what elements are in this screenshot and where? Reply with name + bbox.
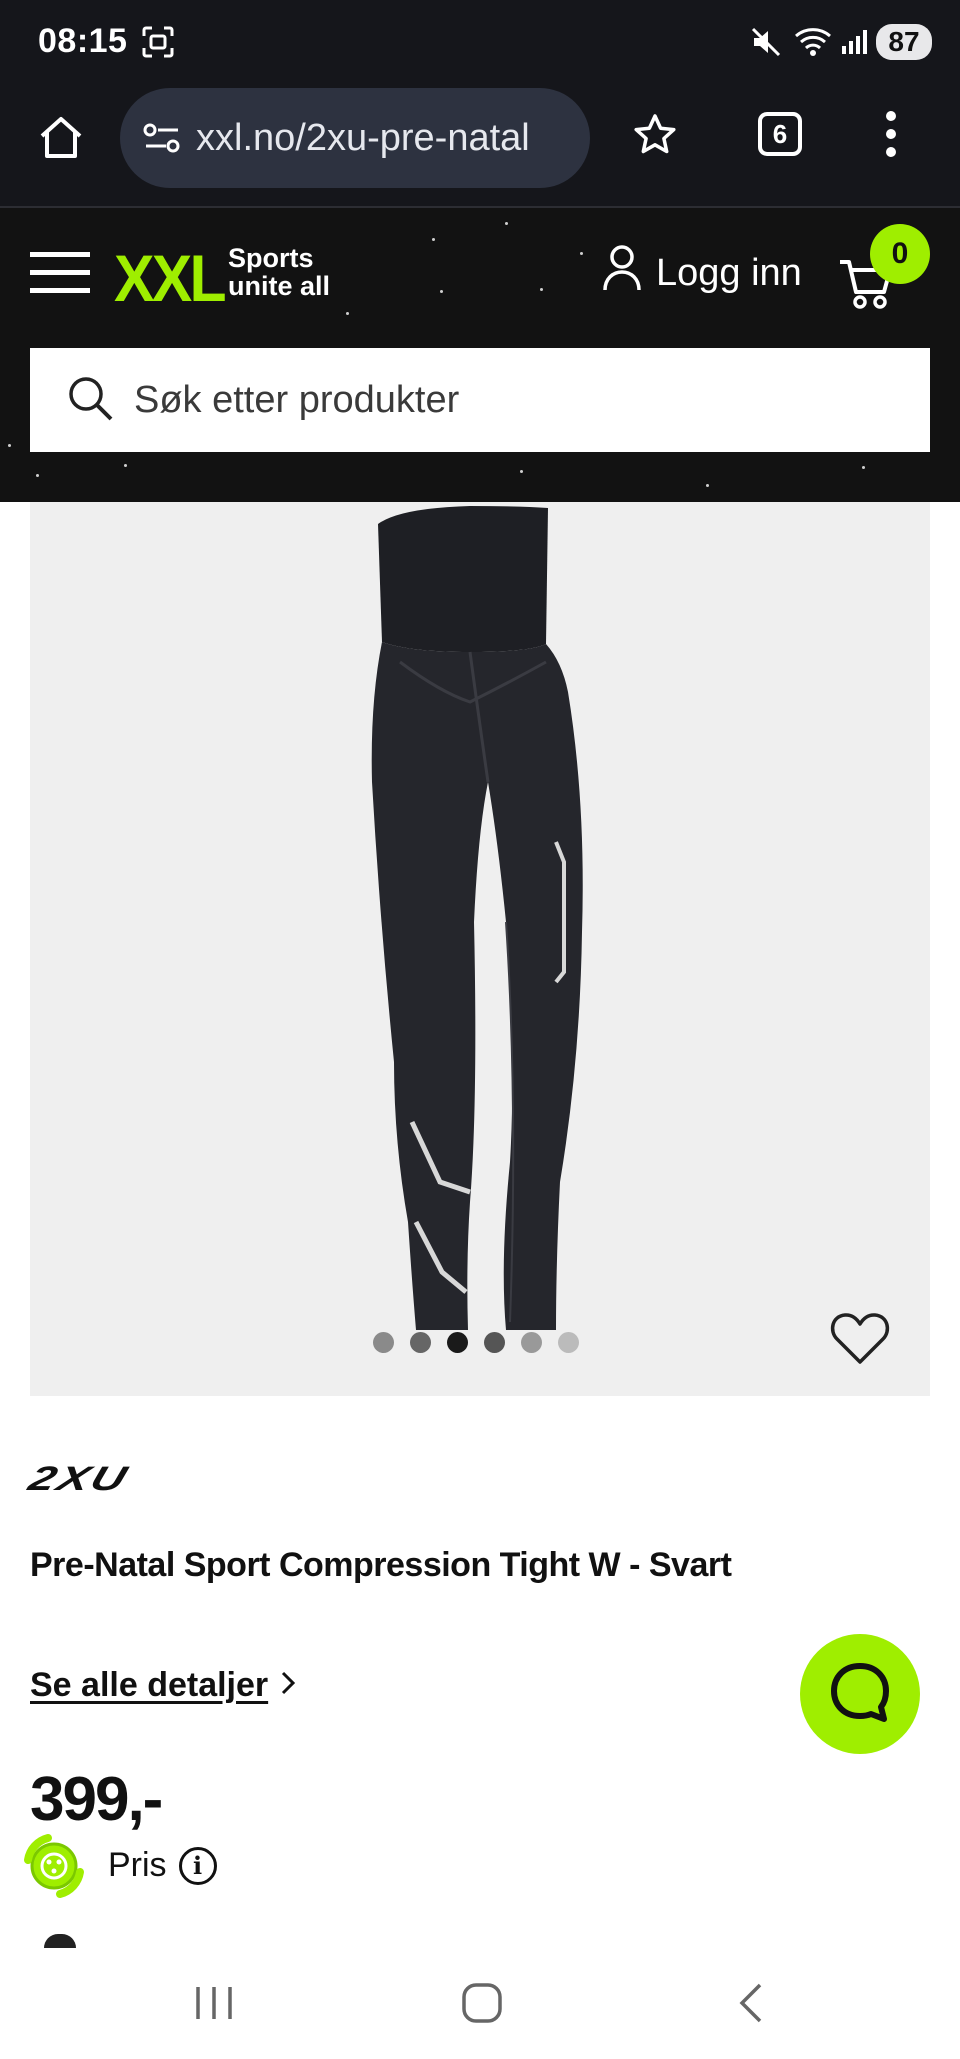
accessibility-widget-icon[interactable] xyxy=(18,1830,90,1902)
carousel-dot[interactable] xyxy=(484,1332,505,1353)
background-star xyxy=(36,474,39,477)
browser-toolbar: xxl.no/2xu-pre-natal 6 xyxy=(0,84,960,208)
background-star xyxy=(432,238,435,241)
xxl-logo[interactable]: XXL xyxy=(114,240,227,316)
background-star xyxy=(862,466,865,469)
favorite-heart-icon[interactable] xyxy=(830,1310,890,1371)
site-header: XXL Sports unite all Logg inn 0 xyxy=(0,208,960,502)
cart-count-badge: 0 xyxy=(870,224,930,284)
back-icon[interactable] xyxy=(736,1978,766,2028)
home-icon[interactable] xyxy=(36,112,86,167)
price-label-text: Pris xyxy=(108,1846,167,1884)
signal-icon xyxy=(840,20,868,64)
tab-switcher-button[interactable]: 6 xyxy=(758,112,802,156)
background-star xyxy=(520,470,523,473)
battery-badge: 87 xyxy=(876,24,932,60)
carousel-dot[interactable] xyxy=(558,1332,579,1353)
background-star xyxy=(440,290,443,293)
price-label: Pris i xyxy=(108,1846,217,1885)
chat-button[interactable] xyxy=(800,1634,920,1754)
logo-tagline: Sports unite all xyxy=(228,244,330,300)
background-star xyxy=(124,464,127,467)
search-box[interactable] xyxy=(30,348,930,452)
bookmark-star-icon[interactable] xyxy=(632,112,678,163)
background-star xyxy=(346,312,349,315)
carousel-dots xyxy=(373,1332,579,1353)
user-icon xyxy=(602,244,642,302)
product-photo xyxy=(371,506,583,1330)
status-bar: 08:15 87 xyxy=(0,0,960,84)
background-star xyxy=(8,444,11,447)
product-price: 399,- xyxy=(30,1765,163,1834)
background-star xyxy=(505,222,508,225)
site-settings-icon[interactable] xyxy=(142,120,182,156)
background-star xyxy=(580,252,583,255)
carousel-dot-active[interactable] xyxy=(447,1332,468,1353)
chevron-right-icon xyxy=(280,1666,296,1705)
url-text: xxl.no/2xu-pre-natal xyxy=(196,116,530,159)
brand-logo[interactable]: 2XU xyxy=(24,1460,134,1499)
product-image-carousel[interactable] xyxy=(30,502,930,1396)
info-icon[interactable]: i xyxy=(178,1846,217,1885)
address-bar[interactable]: xxl.no/2xu-pre-natal xyxy=(120,88,590,188)
partially-visible-element xyxy=(44,1934,76,1948)
recent-apps-icon[interactable] xyxy=(192,1978,236,2028)
carousel-dot[interactable] xyxy=(410,1332,431,1353)
carousel-dot[interactable] xyxy=(373,1332,394,1353)
login-button[interactable]: Logg inn xyxy=(602,244,802,302)
screenshot-icon xyxy=(140,20,176,64)
details-link-label: Se alle detaljer xyxy=(30,1666,269,1704)
wifi-icon xyxy=(794,20,834,64)
mute-icon xyxy=(750,20,782,64)
hamburger-menu-icon[interactable] xyxy=(30,252,90,299)
search-icon xyxy=(66,374,114,427)
system-navigation-bar xyxy=(0,1948,960,2059)
chat-bubble-icon xyxy=(828,1660,892,1729)
more-icon[interactable] xyxy=(884,110,898,163)
logo-tagline-line1: Sports xyxy=(228,243,314,273)
search-input[interactable] xyxy=(132,377,896,423)
carousel-dot[interactable] xyxy=(521,1332,542,1353)
status-time: 08:15 xyxy=(38,22,128,60)
logo-tagline-line2: unite all xyxy=(228,271,331,301)
login-label: Logg inn xyxy=(656,251,802,294)
background-star xyxy=(540,288,543,291)
product-title: Pre-Natal Sport Compression Tight W - Sv… xyxy=(30,1546,732,1584)
home-nav-icon[interactable] xyxy=(460,1978,504,2028)
see-all-details-link[interactable]: Se alle detaljer xyxy=(30,1666,296,1705)
background-star xyxy=(706,484,709,487)
